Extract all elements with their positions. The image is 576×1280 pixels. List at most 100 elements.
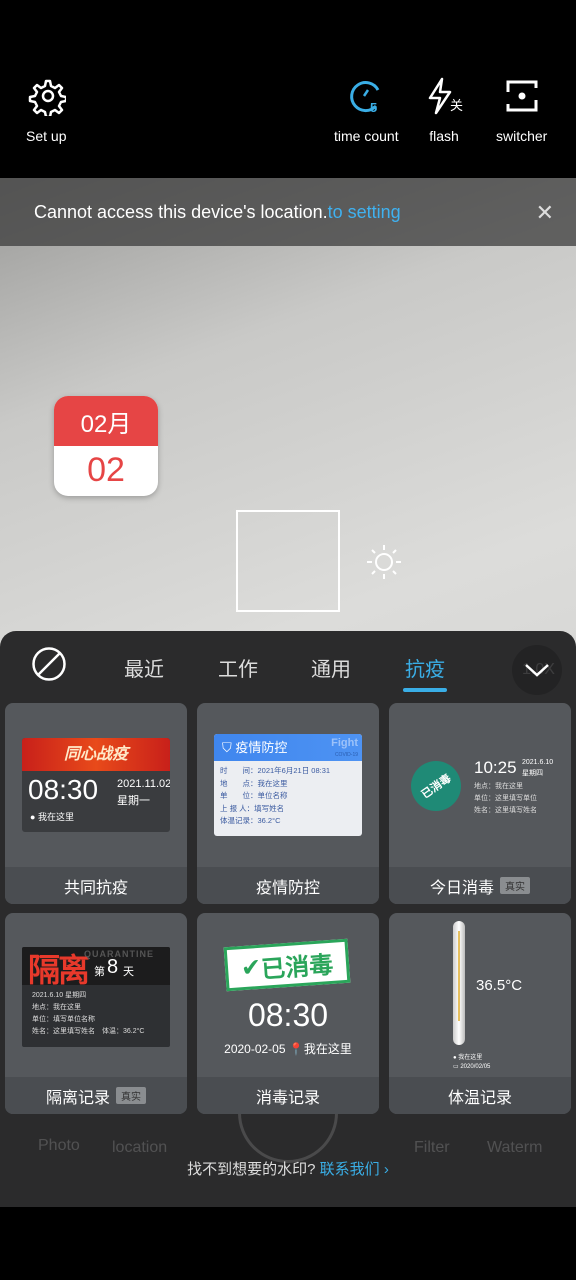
- location-message: Cannot access this device's location.: [34, 201, 328, 222]
- pin-icon: 📍: [288, 1042, 304, 1056]
- real-badge: 真实: [500, 877, 530, 894]
- card-label: 今日消毒 真实: [389, 867, 571, 904]
- contact-us-link[interactable]: 联系我们: [320, 1161, 380, 1178]
- camera-switch-icon: [506, 80, 538, 112]
- ghost-photo: Photo: [38, 1137, 80, 1154]
- setup-label: Set up: [26, 128, 67, 144]
- flash-button[interactable]: 关 flash: [424, 76, 464, 144]
- card-label: 消毒记录: [197, 1077, 379, 1114]
- active-tab-indicator: [403, 688, 447, 692]
- disinfect-stamp: 已消毒: [401, 751, 471, 821]
- thermometer-icon: [453, 921, 465, 1045]
- preview-location: ● 我在这里: [30, 812, 74, 822]
- no-watermark-icon[interactable]: [31, 646, 67, 682]
- preview-rows: 地点：我在这里 单位：这里填写单位 姓名：这里填写姓名: [474, 781, 537, 817]
- close-icon[interactable]: ✕: [536, 200, 554, 226]
- preview-row: 姓名：这里填写姓名: [474, 807, 537, 814]
- preview-rows: 2021.6.10 星期四 地点：我在这里 单位：填写单位名称 姓名：这里填写姓…: [22, 985, 170, 1043]
- stamp-text: 已消毒: [260, 951, 335, 984]
- watermark-card[interactable]: 隔离 QUARANTINE 第 8 天 2021.6.10 星期四 地点：我在这…: [5, 913, 187, 1114]
- preview-row: 单位：填写单位名称: [32, 1016, 95, 1023]
- preview-row: 地 点：我在这里: [220, 778, 288, 788]
- card-label: 共同抗疫: [5, 867, 187, 904]
- preview-row: 地点：我在这里: [474, 783, 523, 790]
- tab-antiepidemic[interactable]: 抗疫: [405, 653, 445, 682]
- preview-row: 体温记录：36.2°C: [220, 816, 281, 825]
- time-count-button[interactable]: 5 time count: [334, 76, 399, 144]
- flash-state: 关: [450, 98, 463, 113]
- flash-off-icon: 关: [428, 77, 463, 115]
- card-label-text: 消毒记录: [255, 1089, 320, 1107]
- card-label-text: 今日消毒: [429, 879, 494, 897]
- preview-corner-sub: COVID-19: [334, 752, 358, 758]
- card-label-text: 体温记录: [447, 1089, 512, 1107]
- preview-date: 2021.6.10: [522, 759, 554, 766]
- ghost-filter: Filter: [414, 1139, 450, 1156]
- preview-row: 2021.6.10 星期四: [32, 992, 87, 999]
- footer-question: 找不到想要的水印?: [187, 1161, 316, 1178]
- watermark-card[interactable]: 已消毒 10:25 2021.6.10 星期四 地点：我在这里 单位：这里填写单…: [389, 703, 571, 904]
- preview-big: 隔离: [28, 952, 90, 988]
- card-label-text: 隔离记录: [45, 1089, 110, 1107]
- tab-work[interactable]: 工作: [218, 653, 258, 682]
- watermark-card[interactable]: 同心战疫 08:30 2021.11.02 星期一 ● 我在这里 共同抗疫: [5, 703, 187, 904]
- preview-day-num: 8: [107, 956, 119, 978]
- preview-weekday: 星期一: [117, 795, 150, 807]
- settings-link[interactable]: to setting: [328, 202, 401, 223]
- card-label: 体温记录: [389, 1077, 571, 1114]
- preview-time: 08:30: [28, 774, 99, 805]
- card-preview: 同心战疫 08:30 2021.11.02 星期一 ● 我在这里: [22, 738, 170, 832]
- location-banner: Cannot access this device's location. to…: [0, 178, 576, 246]
- card-label-text: 共同抗疫: [63, 879, 128, 897]
- preview-row: 上 报 人：填写姓名: [220, 803, 285, 813]
- stamp-text: 已消毒: [419, 772, 454, 802]
- ghost-location: location: [112, 1139, 168, 1156]
- card-label-text: 疫情防控: [255, 879, 320, 897]
- brightness-icon[interactable]: [364, 542, 404, 582]
- time-count-label: time count: [334, 128, 399, 144]
- preview-row: 地点：我在这里: [32, 1004, 81, 1011]
- disinfect-stamp: ✔ 已消毒: [223, 938, 351, 992]
- preview-location-text: 我在这里: [458, 1055, 483, 1061]
- footer-help: 找不到想要的水印? 联系我们 ›: [0, 1158, 576, 1179]
- preview-title: 疫情防控: [235, 740, 288, 755]
- gear-icon: [28, 79, 67, 116]
- zoom-level: 1.0X: [522, 661, 555, 678]
- preview-date: ▭ 2020/02/05: [453, 1064, 491, 1070]
- preview-header: 隔离 QUARANTINE 第 8 天: [22, 947, 170, 988]
- calendar-month: 02月: [54, 396, 158, 446]
- preview-banner: 同心战疫: [22, 738, 170, 771]
- preview-temp: 36.5°C: [476, 977, 523, 994]
- watermark-card[interactable]: 36.5°C ● 我在这里 ▭ 2020/02/05 体温记录: [389, 913, 571, 1114]
- preview-location: 我在这里: [303, 1042, 352, 1056]
- switcher-button[interactable]: switcher: [496, 76, 547, 144]
- preview-rows: 时 间：2021年6月21日 08:31 地 点：我在这里 单 位：单位名称 上…: [214, 761, 362, 832]
- preview-date-location: 2020-02-05 📍我在这里: [197, 1040, 379, 1057]
- preview-location-text: 我在这里: [37, 812, 74, 822]
- flash-label: flash: [429, 128, 459, 144]
- calendar-widget[interactable]: 02月 02: [54, 396, 158, 496]
- preview-location: ● 我在这里: [453, 1055, 483, 1061]
- preview-time: 08:30: [247, 997, 329, 1033]
- preview-row: 单位：这里填写单位: [474, 795, 537, 802]
- ghost-watermark: Waterm: [487, 1139, 543, 1156]
- watermark-card[interactable]: ✔ 已消毒 08:30 2020-02-05 📍我在这里 消毒记录: [197, 913, 379, 1114]
- watermark-card[interactable]: ⛉ 疫情防控 Fight COVID-19 时 间：2021年6月21日 08:31…: [197, 703, 379, 904]
- chevron-right-icon[interactable]: ›: [384, 1161, 389, 1178]
- focus-frame: [236, 510, 340, 612]
- preview-date-text: 2020/02/05: [460, 1064, 491, 1070]
- card-preview: ⛉ 疫情防控 Fight COVID-19 时 间：2021年6月21日 08:31…: [214, 734, 362, 836]
- preview-date: 2021.11.02: [117, 778, 170, 790]
- card-preview: 隔离 QUARANTINE 第 8 天 2021.6.10 星期四 地点：我在这…: [22, 947, 170, 1047]
- preview-day-suffix: 天: [123, 966, 134, 978]
- collapse-button[interactable]: 1.0X: [512, 645, 562, 695]
- timer-icon: 5: [350, 81, 380, 115]
- tab-general[interactable]: 通用: [311, 653, 351, 682]
- top-toolbar: Set up 5 time count 关 flash switcher: [0, 0, 576, 178]
- setup-button[interactable]: Set up: [26, 76, 66, 144]
- bottom-bar: [0, 1207, 576, 1280]
- preview-en: QUARANTINE: [84, 949, 154, 959]
- preview-date: 2020-02-05: [224, 1042, 286, 1056]
- tab-recent[interactable]: 最近: [124, 653, 164, 682]
- card-label: 疫情防控: [197, 867, 379, 904]
